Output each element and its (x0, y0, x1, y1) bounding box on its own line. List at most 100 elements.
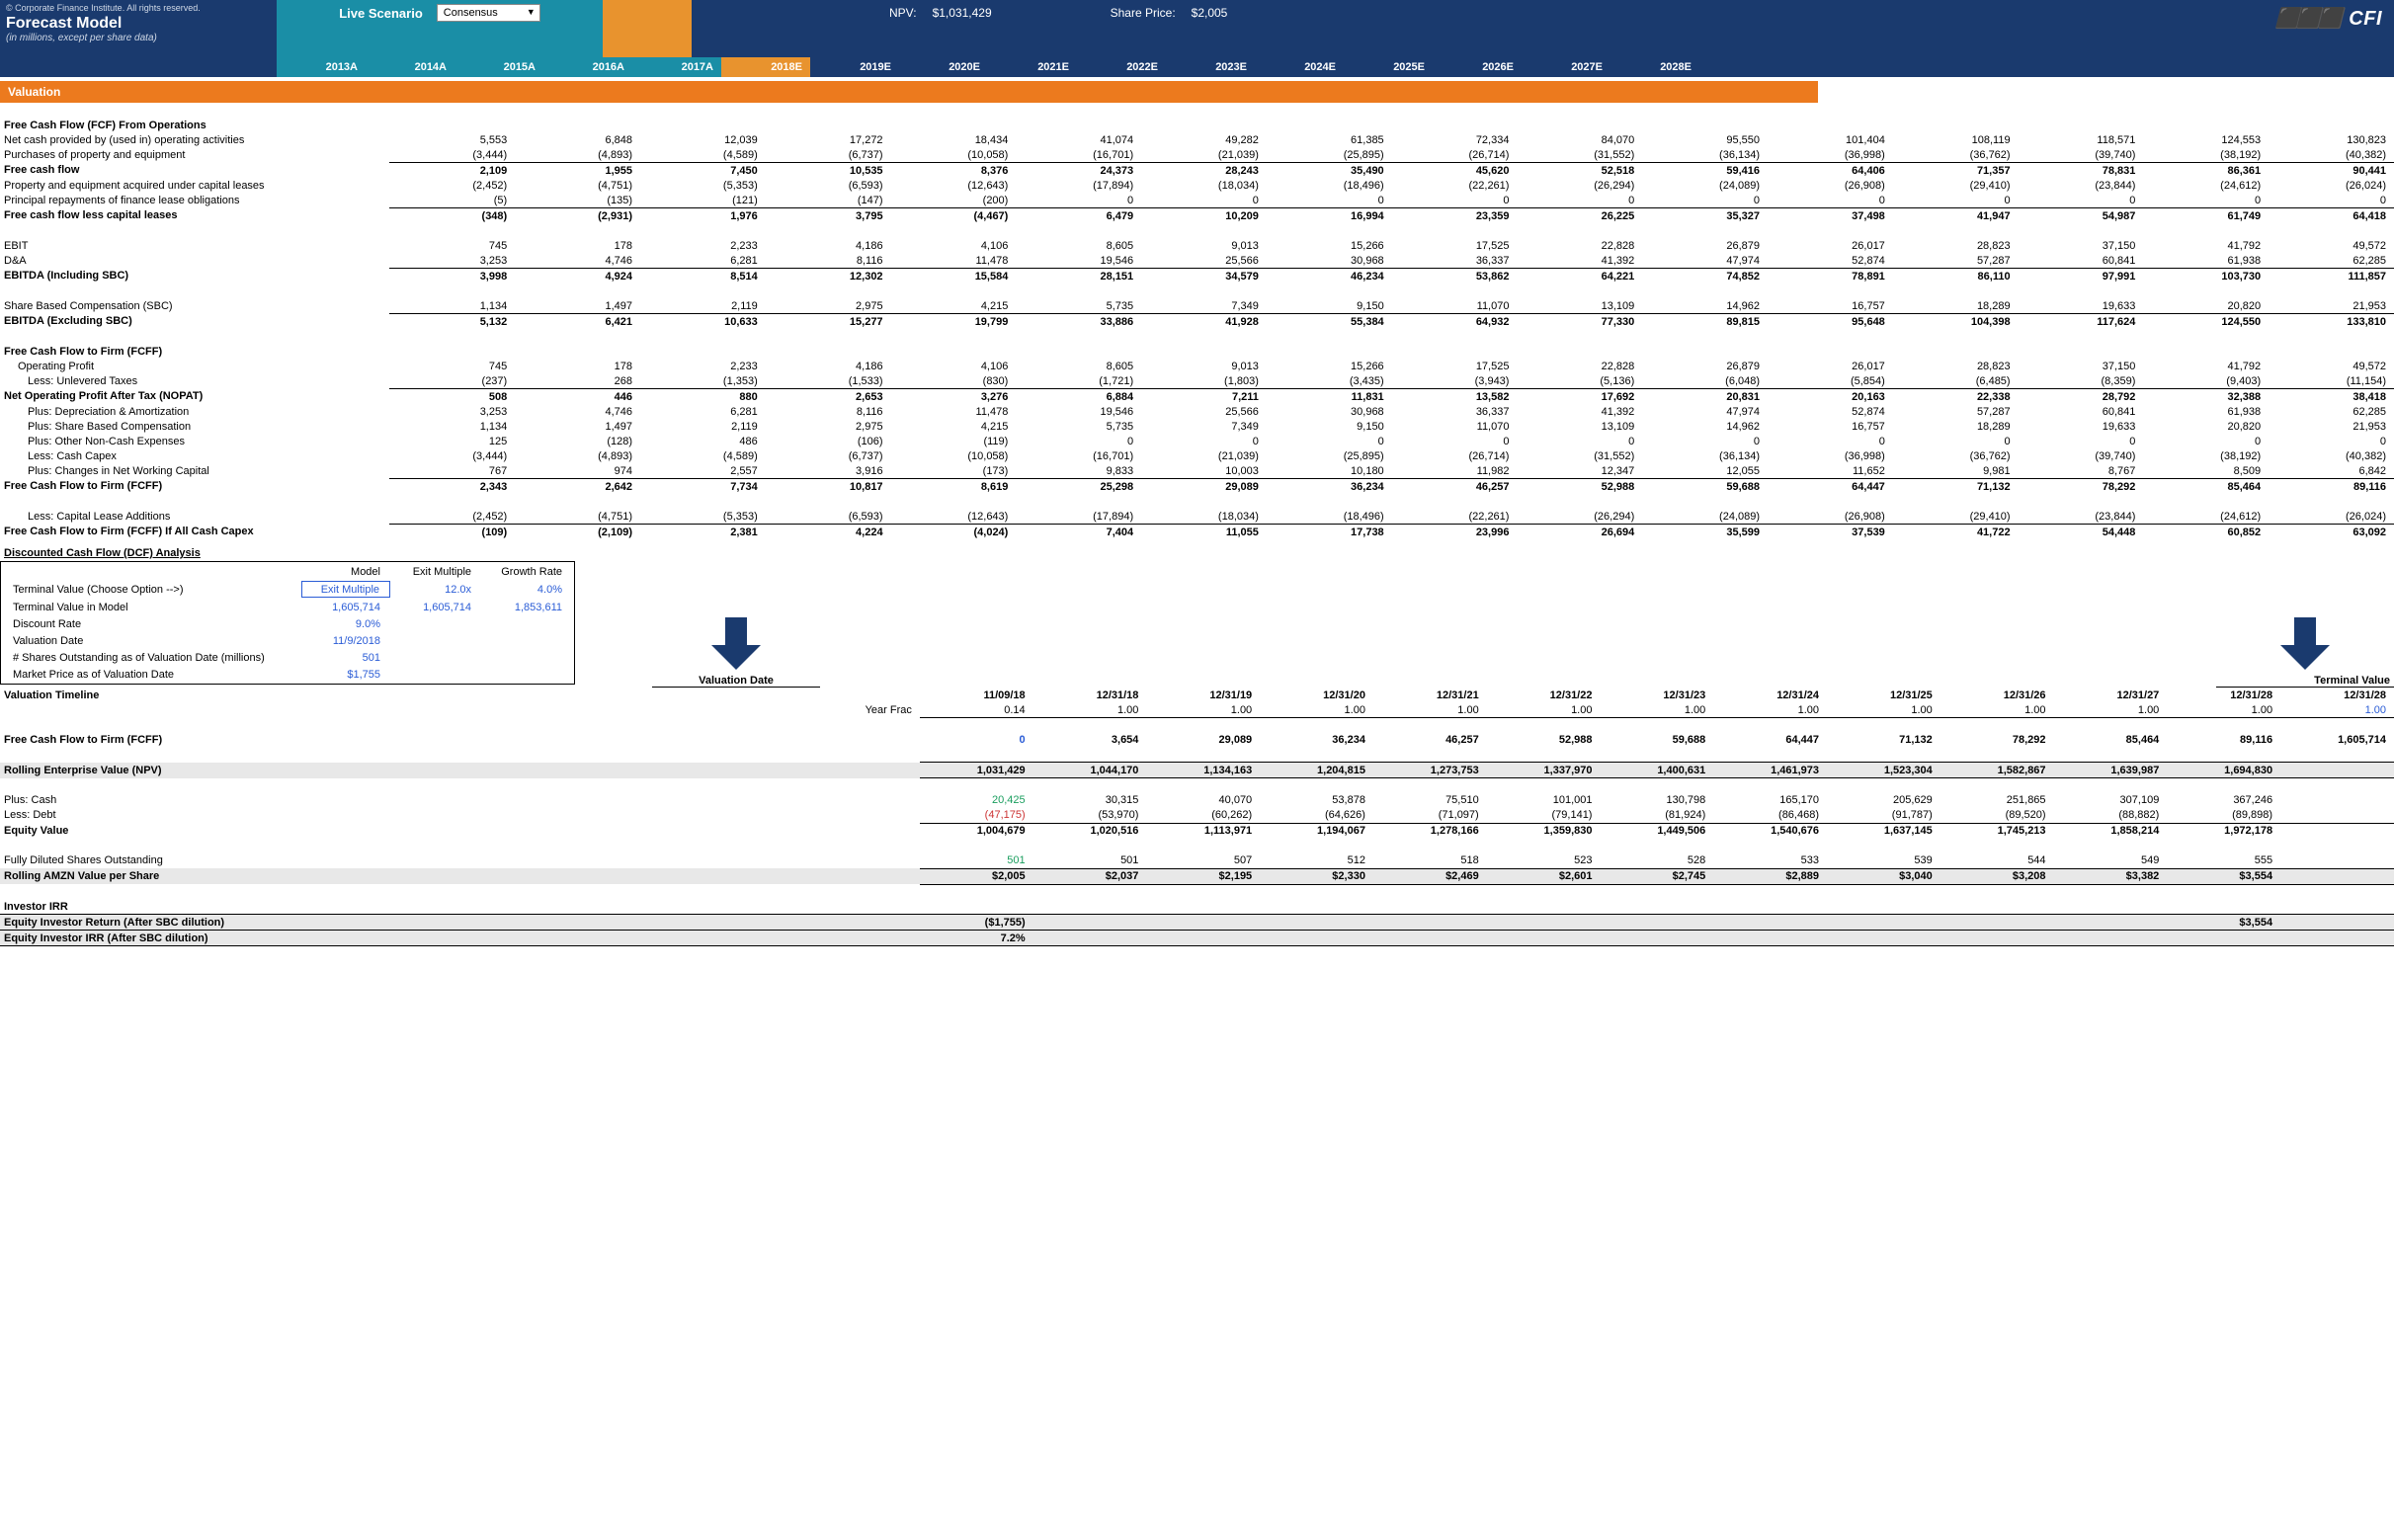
data-cell[interactable]: 2,119 (640, 298, 766, 314)
data-cell[interactable]: 28,823 (1893, 359, 2019, 373)
data-cell[interactable]: (22,261) (1392, 178, 1518, 193)
data-cell[interactable]: (830) (891, 373, 1017, 389)
data-cell[interactable]: (3,435) (1267, 373, 1392, 389)
data-cell[interactable]: 0 (1141, 434, 1267, 448)
data-cell[interactable]: 1,523,304 (1827, 763, 1940, 778)
data-cell[interactable]: 38,418 (2269, 389, 2394, 405)
data-cell[interactable]: 7,211 (1141, 389, 1267, 405)
data-cell[interactable]: 60,841 (2019, 253, 2144, 269)
data-cell[interactable]: 63,092 (2269, 525, 2394, 540)
data-cell[interactable]: 124,553 (2143, 132, 2269, 147)
data-cell[interactable]: 0.14 (920, 702, 1033, 718)
data-cell[interactable]: (9,403) (2143, 373, 2269, 389)
data-cell[interactable]: 974 (515, 463, 640, 479)
data-cell[interactable]: 45,620 (1392, 163, 1518, 179)
data-cell[interactable]: 4,215 (891, 298, 1017, 314)
data-cell[interactable]: 3,253 (389, 253, 515, 269)
data-cell[interactable]: 19,799 (891, 314, 1017, 330)
data-cell[interactable]: 2,343 (389, 479, 515, 495)
data-cell[interactable]: 539 (1827, 853, 1940, 869)
data-cell[interactable]: (29,410) (1893, 178, 2019, 193)
data-cell[interactable]: 85,464 (2143, 479, 2269, 495)
data-cell[interactable]: 2,109 (389, 163, 515, 179)
data-cell[interactable]: 30,968 (1267, 253, 1392, 269)
data-cell[interactable]: 22,828 (1517, 238, 1642, 253)
data-cell[interactable]: (89,898) (2167, 808, 2280, 824)
data-cell[interactable]: (16,701) (1016, 147, 1141, 163)
data-cell[interactable]: 880 (640, 389, 766, 405)
data-cell[interactable]: 6,479 (1016, 208, 1141, 224)
data-cell[interactable]: 46,257 (1373, 733, 1487, 748)
data-cell[interactable]: (4,589) (640, 147, 766, 163)
data-cell[interactable]: 41,792 (2143, 238, 2269, 253)
data-cell[interactable]: 20,831 (1642, 389, 1768, 405)
data-cell[interactable]: 0 (920, 733, 1033, 748)
data-cell[interactable]: 75,510 (1373, 793, 1487, 808)
data-cell[interactable]: 1.00 (1260, 702, 1373, 718)
data-cell[interactable]: (6,593) (766, 178, 891, 193)
data-cell[interactable]: $3,554 (2167, 915, 2280, 931)
data-cell[interactable]: 15,266 (1267, 238, 1392, 253)
data-cell[interactable]: (5,136) (1517, 373, 1642, 389)
data-cell[interactable]: 7,349 (1141, 419, 1267, 434)
data-cell[interactable]: $3,382 (2054, 868, 2168, 884)
data-cell[interactable]: $3,040 (1827, 868, 1940, 884)
data-cell[interactable]: (200) (891, 193, 1017, 208)
data-cell[interactable]: 125 (389, 434, 515, 448)
data-cell[interactable]: (6,737) (766, 147, 891, 163)
data-cell[interactable]: 74,852 (1642, 269, 1768, 284)
data-cell[interactable]: 1.00 (1827, 702, 1940, 718)
data-cell[interactable]: 11,478 (891, 404, 1017, 419)
data-cell[interactable]: (40,382) (2269, 448, 2394, 463)
dcf-value[interactable]: 1,853,611 (483, 600, 572, 614)
data-cell[interactable]: 52,988 (1517, 479, 1642, 495)
data-cell[interactable]: 60,841 (2019, 404, 2144, 419)
data-cell[interactable]: 14,962 (1642, 298, 1768, 314)
data-cell[interactable]: (4,467) (891, 208, 1017, 224)
data-cell[interactable]: (79,141) (1487, 808, 1601, 824)
data-cell[interactable]: 1,955 (515, 163, 640, 179)
dcf-value[interactable] (392, 650, 481, 665)
data-cell[interactable]: 533 (1713, 853, 1827, 869)
data-cell[interactable]: 0 (1517, 193, 1642, 208)
data-cell[interactable]: 11/09/18 (920, 688, 1033, 702)
data-cell[interactable]: 7,734 (640, 479, 766, 495)
data-cell[interactable]: (2,931) (515, 208, 640, 224)
data-cell[interactable]: 0 (1517, 434, 1642, 448)
data-cell[interactable]: 15,584 (891, 269, 1017, 284)
data-cell[interactable]: 95,550 (1642, 132, 1768, 147)
data-cell[interactable]: 2,233 (640, 359, 766, 373)
data-cell[interactable]: (147) (766, 193, 891, 208)
data-cell[interactable]: 89,116 (2269, 479, 2394, 495)
data-cell[interactable]: (31,552) (1517, 147, 1642, 163)
data-cell[interactable]: 1,605,714 (2280, 733, 2394, 748)
data-cell[interactable]: 1.00 (1033, 702, 1147, 718)
data-cell[interactable]: 16,994 (1267, 208, 1392, 224)
data-cell[interactable]: (18,034) (1141, 509, 1267, 525)
data-cell[interactable]: (109) (389, 525, 515, 540)
data-cell[interactable]: 501 (1033, 853, 1147, 869)
data-cell[interactable] (2280, 793, 2394, 808)
data-cell[interactable]: 41,722 (1893, 525, 2019, 540)
data-cell[interactable]: 0 (2143, 193, 2269, 208)
data-cell[interactable]: 25,298 (1016, 479, 1141, 495)
data-cell[interactable]: 4,186 (766, 238, 891, 253)
data-cell[interactable]: 1,461,973 (1713, 763, 1827, 778)
data-cell[interactable]: (81,924) (1600, 808, 1713, 824)
data-cell[interactable]: (24,612) (2143, 178, 2269, 193)
data-cell[interactable]: 22,828 (1517, 359, 1642, 373)
data-cell[interactable]: 367,246 (2167, 793, 2280, 808)
data-cell[interactable]: 1.00 (1146, 702, 1260, 718)
data-cell[interactable]: (10,058) (891, 147, 1017, 163)
data-cell[interactable]: 36,234 (1267, 479, 1392, 495)
data-cell[interactable]: $2,330 (1260, 868, 1373, 884)
data-cell[interactable]: 26,017 (1768, 238, 1893, 253)
data-cell[interactable]: 20,425 (920, 793, 1033, 808)
data-cell[interactable]: 25,566 (1141, 404, 1267, 419)
data-cell[interactable]: 0 (1642, 434, 1768, 448)
data-cell[interactable]: 12/31/18 (1033, 688, 1147, 702)
data-cell[interactable]: 89,116 (2167, 733, 2280, 748)
data-cell[interactable]: (38,192) (2143, 147, 2269, 163)
data-cell[interactable]: 10,003 (1141, 463, 1267, 479)
data-cell[interactable]: 12,302 (766, 269, 891, 284)
